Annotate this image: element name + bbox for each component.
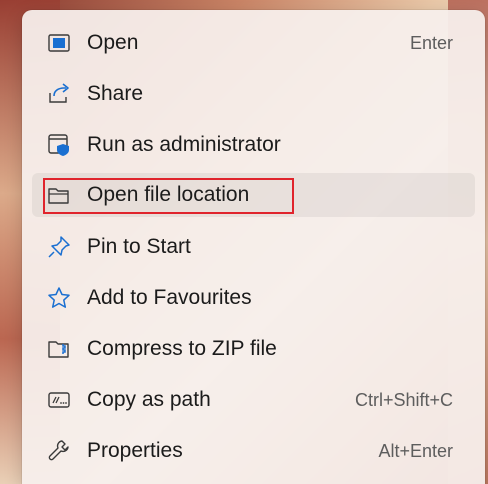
menu-item-label: Compress to ZIP file	[87, 337, 277, 360]
menu-item-shortcut: Ctrl+Shift+C	[354, 389, 453, 410]
copy-path-icon	[46, 387, 72, 413]
menu-item-properties[interactable]: Properties Alt+Enter	[32, 429, 475, 473]
menu-item-shortcut: Enter	[409, 32, 453, 53]
wrench-icon	[46, 438, 72, 464]
menu-item-share[interactable]: Share	[32, 72, 475, 116]
menu-item-label: Add to Favourites	[87, 286, 252, 309]
context-menu: Open Enter Share Run as administrator Op…	[22, 10, 485, 484]
menu-item-label: Open file location	[87, 183, 250, 206]
menu-item-open[interactable]: Open Enter	[32, 21, 475, 65]
share-icon	[46, 81, 72, 107]
open-window-icon	[46, 30, 72, 56]
menu-item-label: Run as administrator	[87, 133, 281, 156]
menu-item-run-as-admin[interactable]: Run as administrator	[32, 123, 475, 167]
menu-item-label: Open	[87, 31, 139, 54]
menu-item-label: Pin to Start	[87, 235, 191, 258]
star-icon	[46, 285, 72, 311]
zip-folder-icon	[46, 336, 72, 362]
menu-item-label: Copy as path	[87, 388, 211, 411]
menu-item-compress-zip[interactable]: Compress to ZIP file	[32, 327, 475, 371]
menu-item-label: Share	[87, 82, 144, 105]
pin-icon	[46, 234, 72, 260]
menu-item-add-to-favourites[interactable]: Add to Favourites	[32, 276, 475, 320]
folder-icon	[46, 182, 72, 208]
menu-item-open-file-location[interactable]: Open file location	[32, 173, 475, 217]
menu-item-copy-as-path[interactable]: Copy as path Ctrl+Shift+C	[32, 378, 475, 422]
shield-window-icon	[46, 132, 72, 158]
menu-item-label: Properties	[87, 439, 183, 462]
menu-item-pin-to-start[interactable]: Pin to Start	[32, 225, 475, 269]
menu-item-shortcut: Alt+Enter	[378, 440, 453, 461]
